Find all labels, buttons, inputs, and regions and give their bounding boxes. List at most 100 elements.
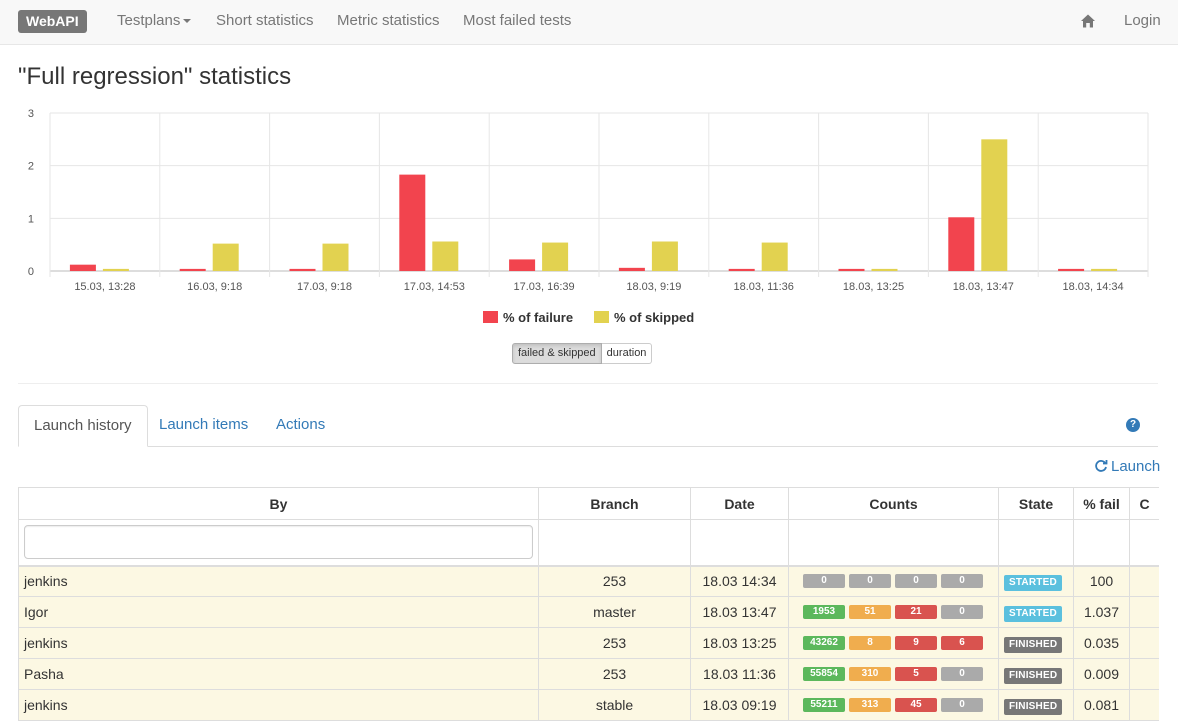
chart-legend: % of failure % of skipped	[0, 309, 1178, 327]
bar-skipped	[542, 242, 569, 271]
count-badge: 45	[895, 698, 937, 712]
column-header-fail-percent[interactable]: % fail	[1073, 487, 1130, 520]
cell-fail-percent: 100	[1073, 565, 1130, 597]
cell-date: 18.03 11:36	[690, 658, 789, 690]
home-icon[interactable]	[1080, 13, 1096, 29]
x-tick-label: 18.03, 13:25	[843, 281, 904, 293]
cell-counts: 1953 51 21 0	[788, 596, 999, 628]
bar-skipped	[212, 243, 239, 271]
brand-logo[interactable]: WebAPI	[18, 10, 87, 33]
cell-by: jenkins	[18, 689, 539, 721]
column-header-c[interactable]: C	[1129, 487, 1159, 520]
x-tick-label: 17.03, 16:39	[514, 281, 575, 293]
legend-item-skipped[interactable]: % of skipped	[594, 309, 694, 327]
cell-c	[1129, 689, 1159, 721]
nav-metric-statistics[interactable]: Metric statistics	[337, 0, 440, 45]
filter-cell	[1129, 519, 1159, 567]
x-tick-label: 16.03, 9:18	[187, 281, 242, 293]
cell-by: Igor	[18, 596, 539, 628]
chart-y-axis: 0 1 2 3	[28, 108, 34, 278]
launch-button[interactable]: Launch	[1094, 457, 1160, 477]
table-header-row: By Branch Date Counts State % fail C	[18, 487, 1159, 520]
bar-skipped	[981, 139, 1008, 271]
count-badge: 51	[849, 605, 891, 619]
failed-skipped-button[interactable]: failed & skipped	[512, 343, 602, 364]
column-header-counts[interactable]: Counts	[788, 487, 999, 520]
column-header-date[interactable]: Date	[690, 487, 789, 520]
x-tick-label: 18.03, 14:34	[1063, 281, 1124, 293]
bar-skipped	[761, 242, 788, 271]
counts-group: 55854 310 5 0	[794, 667, 993, 681]
count-badge: 0	[941, 574, 983, 589]
filter-cell	[788, 519, 999, 567]
cell-date: 18.03 13:47	[690, 596, 789, 628]
cell-branch: 253	[538, 565, 691, 597]
chart-x-axis: 15.03, 13:28 16.03, 9:18 17.03, 9:18 17.03,…	[74, 281, 1123, 293]
bar-failure	[69, 264, 96, 271]
counts-group: 0000	[794, 574, 993, 589]
column-header-by[interactable]: By	[18, 487, 539, 520]
top-navbar: WebAPI Testplans Short statistics Metric…	[0, 0, 1178, 45]
count-badge: 6	[941, 636, 983, 650]
cell-counts: 43262 8 9 6	[788, 627, 999, 659]
help-icon[interactable]: ?	[1126, 418, 1140, 432]
counts-group: 55211 313 45 0	[794, 698, 993, 712]
column-header-state[interactable]: State	[998, 487, 1074, 520]
cell-counts: 55854 310 5 0	[788, 658, 999, 690]
cell-c	[1129, 596, 1159, 628]
bar-failure	[1058, 268, 1085, 271]
x-tick-label: 18.03, 13:47	[953, 281, 1014, 293]
bar-skipped	[651, 241, 678, 271]
filter-cell	[998, 519, 1074, 567]
legend-label-skipped: % of skipped	[614, 310, 695, 325]
x-tick-label: 18.03, 9:19	[626, 281, 681, 293]
nav-most-failed-tests[interactable]: Most failed tests	[463, 0, 571, 45]
legend-swatch-skipped	[594, 311, 609, 323]
legend-swatch-failure	[483, 311, 498, 323]
table-row[interactable]: Pasha 253 18.03 11:36 55854 310 5 0 FINISHED 0.0…	[18, 658, 1159, 690]
table-row[interactable]: jenkins stable 18.03 09:19 55211 313 45 0 FINIS…	[18, 689, 1159, 721]
bar-failure	[289, 268, 316, 271]
column-header-branch[interactable]: Branch	[538, 487, 691, 520]
bar-failure	[838, 268, 865, 271]
bar-skipped	[871, 268, 898, 271]
table-row[interactable]: jenkins 253 18.03 14:34 0 0 0 0 STARTED 100	[18, 565, 1159, 597]
legend-item-failure[interactable]: % of failure	[483, 309, 573, 327]
cell-by: Pasha	[18, 658, 539, 690]
y-tick-label: 1	[28, 213, 34, 225]
tab-launch-items[interactable]: Launch items	[144, 405, 263, 447]
filter-row	[18, 519, 1159, 567]
bar-skipped	[432, 241, 459, 271]
x-tick-label: 17.03, 9:18	[297, 281, 352, 293]
bar-skipped	[102, 268, 129, 271]
nav-short-statistics[interactable]: Short statistics	[216, 0, 314, 45]
count-badge: 1953	[803, 605, 845, 619]
tab-actions[interactable]: Actions	[261, 405, 340, 447]
y-tick-label: 2	[28, 161, 34, 173]
table-row[interactable]: Igor master 18.03 13:47 1953 51 21 0 STARTED 1.0…	[18, 596, 1159, 628]
count-badge: 0	[941, 605, 983, 619]
y-tick-label: 0	[28, 266, 34, 278]
count-badge: 0	[849, 574, 891, 589]
cell-branch: 253	[538, 658, 691, 690]
nav-testplans-dropdown[interactable]: Testplans	[117, 0, 192, 45]
bar-failure	[509, 259, 536, 271]
bar-skipped	[322, 243, 349, 271]
table-row[interactable]: jenkins 253 18.03 13:25 43262 8 9 6 FINISHED 0.0…	[18, 627, 1159, 659]
login-link[interactable]: Login	[1124, 0, 1161, 45]
cell-date: 18.03 13:25	[690, 627, 789, 659]
filter-cell	[538, 519, 691, 567]
duration-button[interactable]: duration	[601, 343, 653, 364]
launch-history-table: By Branch Date Counts State % fail C jen…	[18, 487, 1159, 721]
state-badge: STARTED	[1004, 574, 1062, 591]
legend-label-failure: % of failure	[503, 310, 574, 325]
refresh-icon	[1095, 460, 1108, 472]
filter-by-input[interactable]	[24, 525, 533, 560]
count-badge: 5	[895, 667, 937, 681]
count-badge: 43262	[803, 636, 845, 650]
nav-testplans-label: Testplans	[117, 12, 181, 29]
filter-cell	[1073, 519, 1130, 567]
tab-launch-history[interactable]: Launch history	[18, 405, 148, 447]
x-tick-label: 15.03, 13:28	[74, 281, 135, 293]
count-badge: 21	[895, 605, 937, 619]
